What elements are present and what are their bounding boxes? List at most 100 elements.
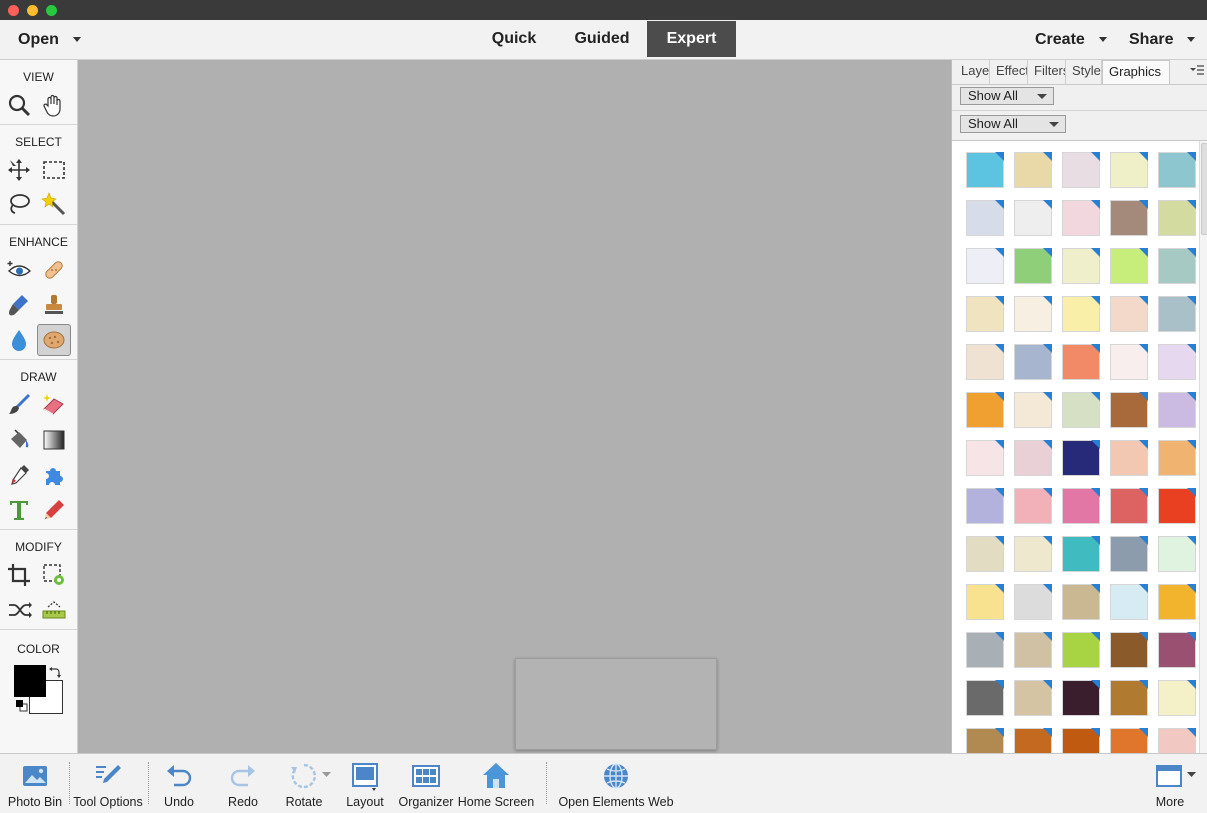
- eraser-tool[interactable]: [39, 390, 69, 420]
- recompose-tool[interactable]: [39, 560, 69, 590]
- sponge-tool[interactable]: [37, 324, 71, 356]
- graphic-thumbnail[interactable]: [966, 248, 1004, 284]
- tab-effects[interactable]: Effects: [990, 60, 1028, 84]
- create-button[interactable]: Create: [1035, 20, 1107, 59]
- graphic-thumbnail[interactable]: [966, 728, 1004, 754]
- graphic-thumbnail[interactable]: [1158, 152, 1196, 188]
- red-eye-removal-tool[interactable]: [4, 255, 34, 285]
- lasso-tool[interactable]: [4, 189, 34, 219]
- graphic-thumbnail[interactable]: [1014, 152, 1052, 188]
- graphic-thumbnail[interactable]: [1014, 392, 1052, 428]
- graphic-thumbnail[interactable]: [1110, 536, 1148, 572]
- organizer-button[interactable]: Organizer: [397, 754, 455, 813]
- home-screen-button[interactable]: Home Screen: [457, 754, 535, 813]
- graphic-thumbnail[interactable]: [1158, 488, 1196, 524]
- hand-tool[interactable]: [39, 90, 69, 120]
- graphic-thumbnail[interactable]: [1062, 536, 1100, 572]
- graphic-thumbnail[interactable]: [1110, 440, 1148, 476]
- blur-tool[interactable]: [4, 325, 34, 355]
- graphic-thumbnail[interactable]: [1158, 344, 1196, 380]
- tab-quick[interactable]: Quick: [480, 21, 548, 57]
- graphic-thumbnail[interactable]: [1062, 152, 1100, 188]
- tab-styles[interactable]: Styles: [1066, 60, 1102, 84]
- graphic-thumbnail[interactable]: [1158, 440, 1196, 476]
- graphic-thumbnail[interactable]: [1110, 584, 1148, 620]
- graphic-thumbnail[interactable]: [1158, 392, 1196, 428]
- graphic-thumbnail[interactable]: [1014, 728, 1052, 754]
- graphic-thumbnail[interactable]: [1062, 680, 1100, 716]
- photo-bin-button[interactable]: Photo Bin: [4, 754, 66, 813]
- graphic-thumbnail[interactable]: [966, 680, 1004, 716]
- gradient-tool[interactable]: [39, 425, 69, 455]
- graphic-thumbnail[interactable]: [1014, 632, 1052, 668]
- graphic-thumbnail[interactable]: [1158, 728, 1196, 754]
- graphic-thumbnail[interactable]: [1062, 488, 1100, 524]
- graphic-thumbnail[interactable]: [966, 632, 1004, 668]
- smart-brush-tool[interactable]: [4, 290, 34, 320]
- move-tool[interactable]: [4, 155, 34, 185]
- pencil-tool[interactable]: [39, 495, 69, 525]
- close-window-button[interactable]: [8, 5, 19, 16]
- graphic-thumbnail[interactable]: [1110, 152, 1148, 188]
- graphic-thumbnail[interactable]: [1062, 296, 1100, 332]
- scrollbar-thumb[interactable]: [1201, 143, 1207, 235]
- graphic-thumbnail[interactable]: [1110, 728, 1148, 754]
- scrollbar[interactable]: [1199, 141, 1207, 754]
- swap-colors-icon[interactable]: [49, 666, 61, 678]
- graphic-thumbnail[interactable]: [1110, 344, 1148, 380]
- graphic-thumbnail[interactable]: [966, 392, 1004, 428]
- graphic-thumbnail[interactable]: [966, 440, 1004, 476]
- spot-healing-brush-tool[interactable]: [39, 255, 69, 285]
- graphic-thumbnail[interactable]: [1110, 392, 1148, 428]
- graphic-thumbnail[interactable]: [1062, 440, 1100, 476]
- tool-options-button[interactable]: Tool Options: [71, 754, 145, 813]
- graphic-thumbnail[interactable]: [966, 584, 1004, 620]
- custom-shape-tool[interactable]: [39, 460, 69, 490]
- graphic-thumbnail[interactable]: [1062, 632, 1100, 668]
- brush-tool[interactable]: [4, 390, 34, 420]
- graphic-thumbnail[interactable]: [1062, 344, 1100, 380]
- graphic-thumbnail[interactable]: [1014, 680, 1052, 716]
- graphic-thumbnail[interactable]: [1014, 488, 1052, 524]
- graphic-thumbnail[interactable]: [1062, 584, 1100, 620]
- filter-dropdown[interactable]: Show All: [960, 115, 1066, 133]
- more-button[interactable]: More: [1144, 754, 1196, 813]
- graphic-thumbnail[interactable]: [1110, 632, 1148, 668]
- graphic-thumbnail[interactable]: [1158, 632, 1196, 668]
- graphic-thumbnail[interactable]: [966, 152, 1004, 188]
- graphic-thumbnail[interactable]: [1110, 680, 1148, 716]
- tab-graphics[interactable]: Graphics: [1102, 60, 1170, 84]
- graphic-thumbnail[interactable]: [1158, 200, 1196, 236]
- graphic-thumbnail[interactable]: [1062, 728, 1100, 754]
- graphic-thumbnail[interactable]: [1158, 536, 1196, 572]
- graphic-thumbnail[interactable]: [966, 200, 1004, 236]
- minimize-window-button[interactable]: [27, 5, 38, 16]
- graphic-thumbnail[interactable]: [966, 296, 1004, 332]
- tab-expert[interactable]: Expert: [647, 21, 736, 57]
- graphic-thumbnail[interactable]: [1014, 536, 1052, 572]
- graphic-thumbnail[interactable]: [1014, 584, 1052, 620]
- graphic-thumbnail[interactable]: [966, 344, 1004, 380]
- zoom-tool[interactable]: [4, 90, 34, 120]
- graphic-thumbnail[interactable]: [1014, 248, 1052, 284]
- panel-menu-icon[interactable]: [1190, 64, 1204, 76]
- canvas-area[interactable]: [78, 60, 951, 753]
- default-colors-icon[interactable]: [15, 699, 29, 713]
- foreground-color-swatch[interactable]: [14, 665, 46, 697]
- redo-button[interactable]: Redo: [218, 754, 268, 813]
- chevron-down-icon[interactable]: [322, 772, 331, 778]
- graphic-thumbnail[interactable]: [1158, 296, 1196, 332]
- undo-button[interactable]: Undo: [154, 754, 204, 813]
- magic-wand-tool[interactable]: [39, 189, 69, 219]
- layout-button[interactable]: Layout: [340, 754, 390, 813]
- graphic-thumbnail[interactable]: [1014, 440, 1052, 476]
- zoom-window-button[interactable]: [46, 5, 57, 16]
- tab-layers[interactable]: Layers: [955, 60, 990, 84]
- rotate-button[interactable]: Rotate: [279, 754, 329, 813]
- graphic-thumbnail[interactable]: [1158, 680, 1196, 716]
- rectangular-marquee-tool[interactable]: [39, 155, 69, 185]
- graphic-thumbnail[interactable]: [1110, 200, 1148, 236]
- graphic-thumbnail[interactable]: [1062, 392, 1100, 428]
- eyedropper-tool[interactable]: [4, 460, 34, 490]
- graphic-thumbnail[interactable]: [1062, 248, 1100, 284]
